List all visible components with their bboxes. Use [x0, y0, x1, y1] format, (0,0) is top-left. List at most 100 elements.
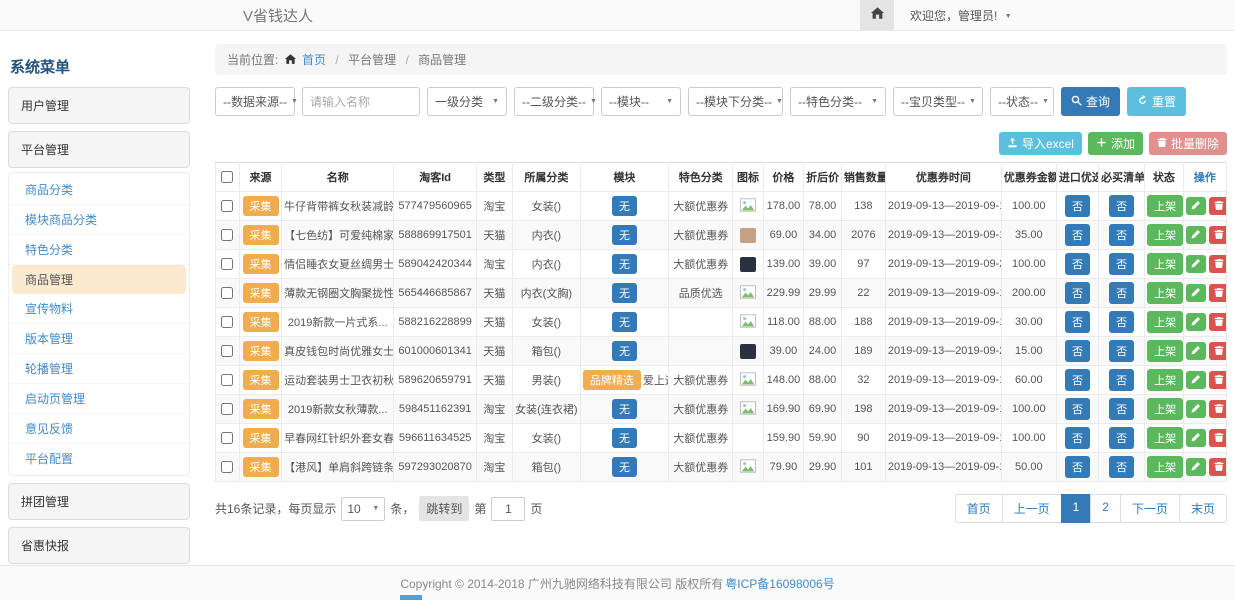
edit-button[interactable]	[1186, 226, 1206, 244]
sidebar-subitem[interactable]: 宣传物料	[9, 294, 189, 324]
status-button[interactable]: 上架	[1147, 427, 1183, 449]
status-button[interactable]: 上架	[1147, 253, 1183, 275]
edit-button[interactable]	[1186, 458, 1206, 476]
must-buy-toggle[interactable]: 否	[1109, 224, 1134, 246]
sidebar-panel-item[interactable]: 省惠快报	[8, 527, 190, 564]
import-select-toggle[interactable]: 否	[1065, 427, 1090, 449]
must-buy-toggle[interactable]: 否	[1109, 456, 1134, 478]
row-checkbox[interactable]	[221, 345, 233, 357]
row-checkbox[interactable]	[221, 287, 233, 299]
status-button[interactable]: 上架	[1147, 398, 1183, 420]
level2-category-select[interactable]: --二级分类--▼	[514, 87, 594, 116]
edit-button[interactable]	[1186, 371, 1206, 389]
edit-button[interactable]	[1186, 197, 1206, 215]
row-checkbox[interactable]	[221, 258, 233, 270]
import-excel-button[interactable]: 导入excel	[999, 132, 1082, 155]
edit-button[interactable]	[1186, 313, 1206, 331]
item-type-select[interactable]: --宝贝类型--▼	[893, 87, 983, 116]
sidebar-panel-item[interactable]: 用户管理	[8, 87, 190, 124]
edit-button[interactable]	[1186, 284, 1206, 302]
delete-button[interactable]	[1209, 458, 1227, 476]
import-select-toggle[interactable]: 否	[1065, 282, 1090, 304]
row-checkbox[interactable]	[221, 432, 233, 444]
status-select[interactable]: --状态--▼	[990, 87, 1054, 116]
row-checkbox[interactable]	[221, 374, 233, 386]
data-source-select[interactable]: --数据来源--▼	[215, 87, 295, 116]
must-buy-toggle[interactable]: 否	[1109, 253, 1134, 275]
feature-category-select[interactable]: --特色分类--▼	[790, 87, 886, 116]
import-select-toggle[interactable]: 否	[1065, 253, 1090, 275]
sidebar-subitem[interactable]: 平台配置	[9, 444, 189, 473]
row-checkbox[interactable]	[221, 229, 233, 241]
delete-button[interactable]	[1209, 284, 1227, 302]
select-all-checkbox[interactable]	[221, 171, 233, 183]
page-item[interactable]: 下一页	[1120, 494, 1180, 523]
row-checkbox[interactable]	[221, 316, 233, 328]
jump-page-input[interactable]	[491, 497, 525, 521]
edit-button[interactable]	[1186, 255, 1206, 273]
must-buy-toggle[interactable]: 否	[1109, 195, 1134, 217]
name-input[interactable]	[302, 87, 420, 116]
import-select-toggle[interactable]: 否	[1065, 224, 1090, 246]
edit-button[interactable]	[1186, 400, 1206, 418]
status-button[interactable]: 上架	[1147, 282, 1183, 304]
add-button[interactable]: 添加	[1088, 132, 1143, 155]
batch-delete-button[interactable]: 批量删除	[1149, 132, 1227, 155]
edit-button[interactable]	[1186, 429, 1206, 447]
status-button[interactable]: 上架	[1147, 456, 1183, 478]
module-subcategory-select[interactable]: --模块下分类--▼	[688, 87, 783, 116]
sidebar-subitem[interactable]: 版本管理	[9, 324, 189, 354]
delete-button[interactable]	[1209, 400, 1227, 418]
must-buy-toggle[interactable]: 否	[1109, 340, 1134, 362]
reset-button[interactable]: 重置	[1127, 87, 1186, 116]
delete-button[interactable]	[1209, 313, 1227, 331]
delete-button[interactable]	[1209, 226, 1227, 244]
level1-category-select[interactable]: 一级分类▼	[427, 87, 507, 116]
page-item-active[interactable]: 1	[1061, 494, 1092, 523]
page-size-select[interactable]: 10 ▼	[341, 497, 385, 521]
delete-button[interactable]	[1209, 371, 1227, 389]
page-item[interactable]: 首页	[955, 494, 1003, 523]
import-select-toggle[interactable]: 否	[1065, 456, 1090, 478]
row-checkbox[interactable]	[221, 200, 233, 212]
import-select-toggle[interactable]: 否	[1065, 311, 1090, 333]
status-button[interactable]: 上架	[1147, 311, 1183, 333]
must-buy-toggle[interactable]: 否	[1109, 398, 1134, 420]
status-button[interactable]: 上架	[1147, 340, 1183, 362]
status-button[interactable]: 上架	[1147, 195, 1183, 217]
sidebar-subitem[interactable]: 模块商品分类	[9, 205, 189, 235]
import-select-toggle[interactable]: 否	[1065, 340, 1090, 362]
icp-link[interactable]: 粤ICP备16098006号	[725, 575, 834, 592]
sidebar-subitem[interactable]: 特色分类	[9, 235, 189, 265]
delete-button[interactable]	[1209, 197, 1227, 215]
row-checkbox[interactable]	[221, 461, 233, 473]
breadcrumb-home-link[interactable]: 首页	[302, 53, 326, 67]
sidebar-panel-item[interactable]: 拼团管理	[8, 483, 190, 520]
sidebar-panel-item[interactable]: 平台管理	[8, 131, 190, 168]
row-checkbox[interactable]	[221, 403, 233, 415]
must-buy-toggle[interactable]: 否	[1109, 282, 1134, 304]
module-select[interactable]: --模块--▼	[601, 87, 681, 116]
delete-button[interactable]	[1209, 255, 1227, 273]
delete-button[interactable]	[1209, 429, 1227, 447]
sidebar-subitem[interactable]: 意见反馈	[9, 414, 189, 444]
must-buy-toggle[interactable]: 否	[1109, 369, 1134, 391]
search-button[interactable]: 查询	[1061, 87, 1120, 116]
delete-button[interactable]	[1209, 342, 1227, 360]
page-item[interactable]: 2	[1090, 494, 1121, 523]
jump-button[interactable]: 跳转到	[419, 496, 469, 521]
must-buy-toggle[interactable]: 否	[1109, 311, 1134, 333]
page-item[interactable]: 上一页	[1002, 494, 1062, 523]
home-button[interactable]	[860, 0, 894, 30]
import-select-toggle[interactable]: 否	[1065, 398, 1090, 420]
page-item[interactable]: 末页	[1179, 494, 1227, 523]
sidebar-item-active[interactable]: 商品管理	[12, 265, 186, 294]
status-button[interactable]: 上架	[1147, 224, 1183, 246]
import-select-toggle[interactable]: 否	[1065, 195, 1090, 217]
sidebar-subitem[interactable]: 商品分类	[9, 175, 189, 205]
sidebar-subitem[interactable]: 轮播管理	[9, 354, 189, 384]
status-button[interactable]: 上架	[1147, 369, 1183, 391]
edit-button[interactable]	[1186, 342, 1206, 360]
import-select-toggle[interactable]: 否	[1065, 369, 1090, 391]
user-menu[interactable]: 欢迎您，管理员! ▼	[894, 7, 1012, 24]
